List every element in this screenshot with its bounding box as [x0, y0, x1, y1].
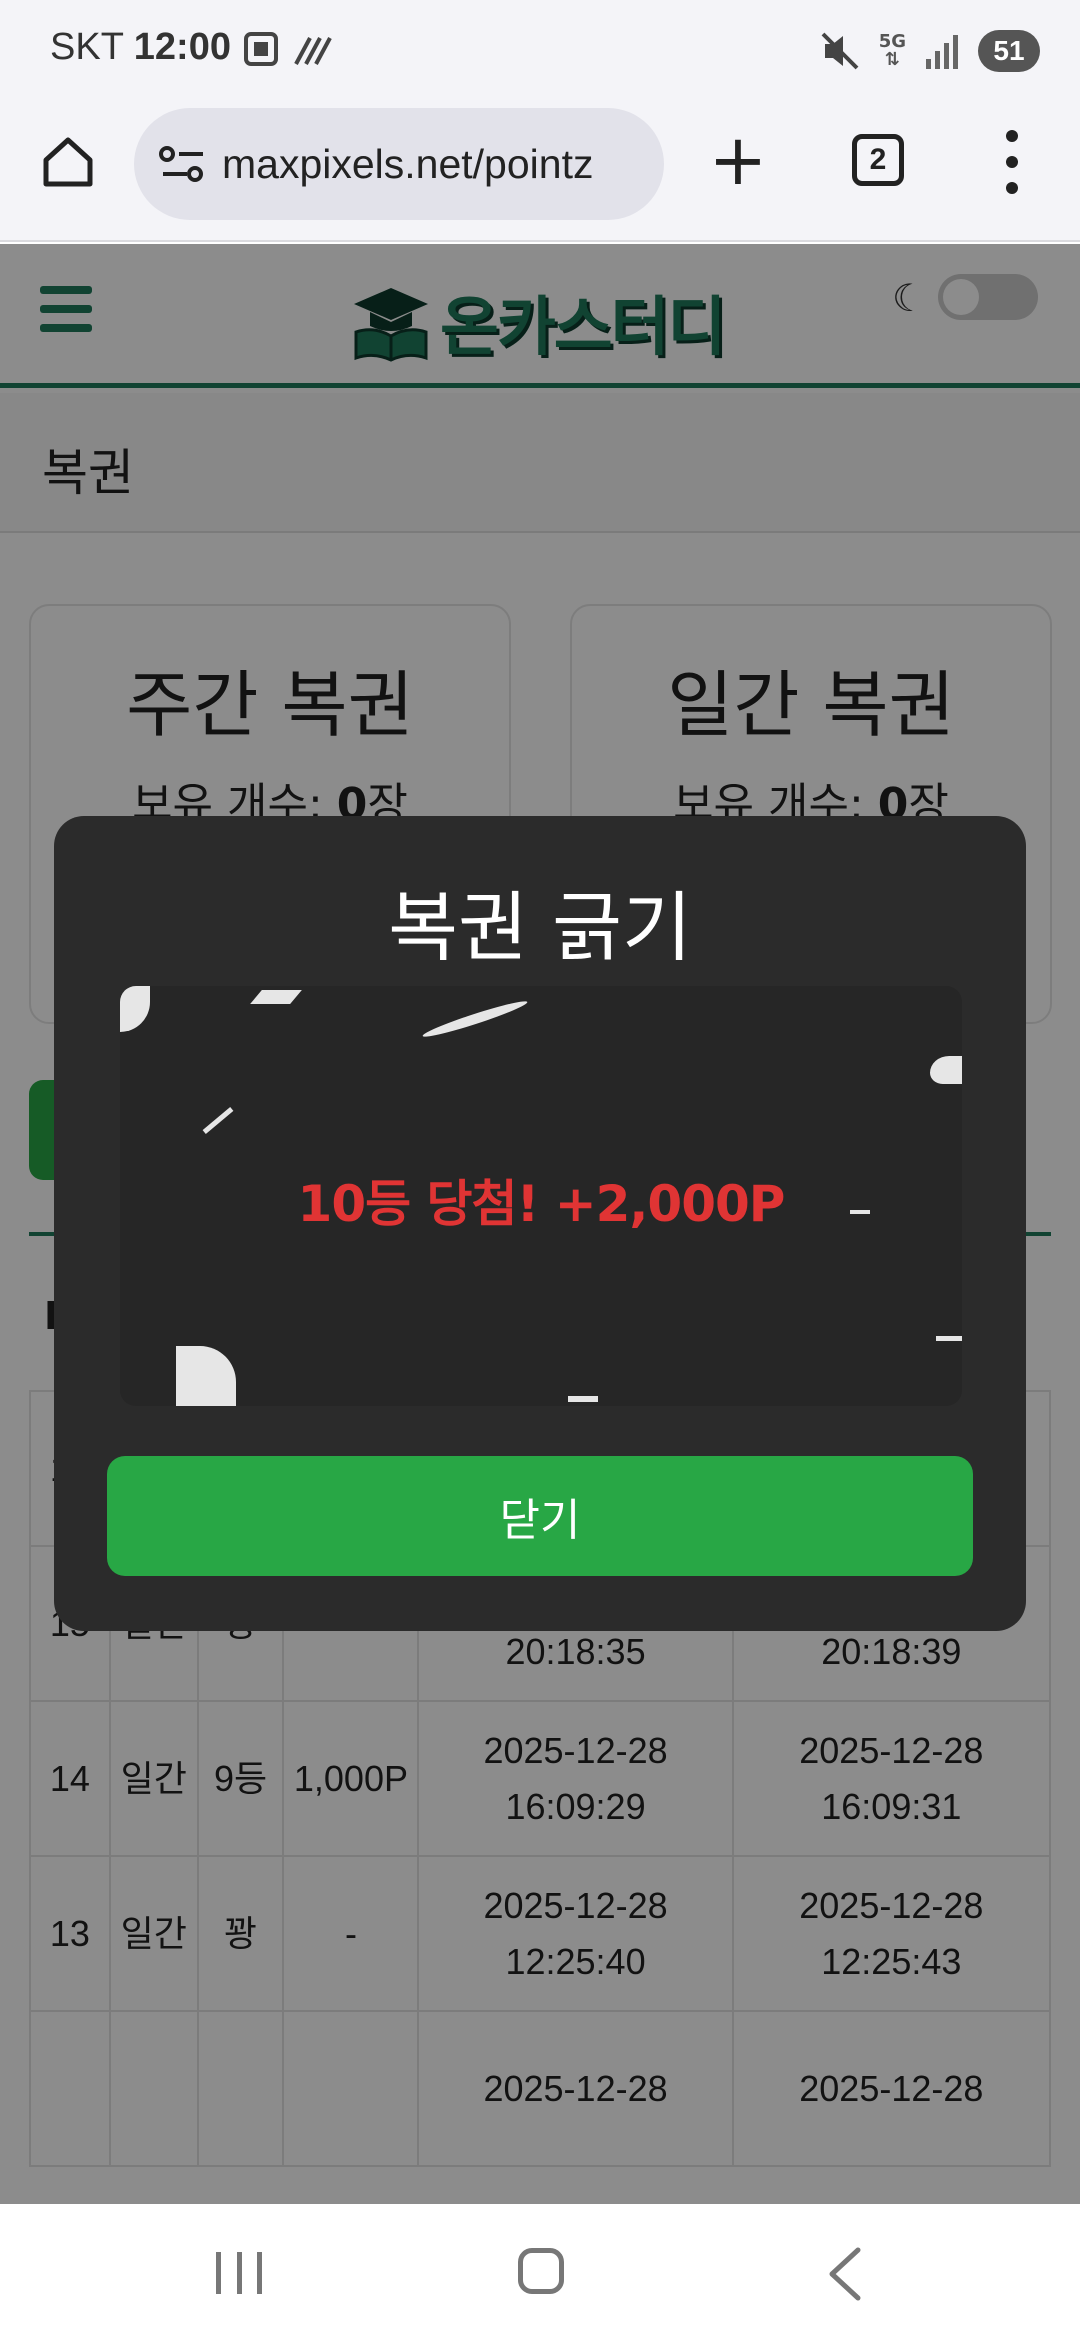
home-icon[interactable]: [36, 130, 100, 194]
scratch-residue: [421, 997, 529, 1041]
system-navigation-bar: [0, 2204, 1080, 2340]
status-bar: SKT 12:00 5G ⇅ 51: [0, 0, 1080, 100]
url-text[interactable]: maxpixels.net/pointz: [222, 141, 642, 188]
scratch-card[interactable]: 10등 당첨! +2,000P: [120, 986, 962, 1406]
tabs-icon[interactable]: 2: [852, 134, 904, 186]
plus-icon[interactable]: +: [704, 125, 772, 195]
carrier-label: SKT: [50, 26, 124, 68]
scratch-modal: 복권 긁기 10등 당첨! +2,000P 닫기: [54, 816, 1026, 1631]
signal-icon: [926, 35, 958, 69]
home-nav-icon[interactable]: [518, 2248, 564, 2294]
mute-icon: [821, 32, 859, 70]
scratch-residue: [176, 1346, 236, 1406]
screenshot-icon: [244, 32, 332, 66]
status-right-icons: 5G ⇅ 51: [819, 26, 1040, 76]
battery-icon: 51: [978, 30, 1040, 72]
scratch-residue: [120, 986, 150, 1032]
back-icon[interactable]: [822, 2246, 872, 2302]
status-carrier-time: SKT 12:00: [50, 26, 231, 69]
close-button[interactable]: 닫기: [107, 1456, 973, 1576]
data-transfer-icon: 5G ⇅: [879, 33, 906, 69]
site-settings-icon[interactable]: [158, 139, 208, 189]
clock: 12:00: [133, 26, 231, 68]
scratch-residue: [202, 1107, 234, 1134]
status-left-icons: [244, 30, 334, 70]
scratch-residue: [250, 990, 302, 1004]
modal-title: 복권 긁기: [388, 883, 692, 972]
transfer-arrows: ⇅: [884, 49, 900, 70]
scratch-residue: [930, 1056, 962, 1084]
recent-apps-icon[interactable]: [216, 2252, 262, 2294]
scratch-residue: [568, 1396, 598, 1402]
prize-result-text: 10등 당첨! +2,000P: [297, 1175, 786, 1233]
scratch-residue: [936, 1336, 962, 1341]
more-vert-icon[interactable]: [1000, 130, 1024, 194]
address-bar[interactable]: maxpixels.net/pointz: [134, 108, 664, 220]
browser-toolbar: maxpixels.net/pointz + 2: [0, 100, 1080, 242]
scratch-residue: [850, 1210, 870, 1214]
